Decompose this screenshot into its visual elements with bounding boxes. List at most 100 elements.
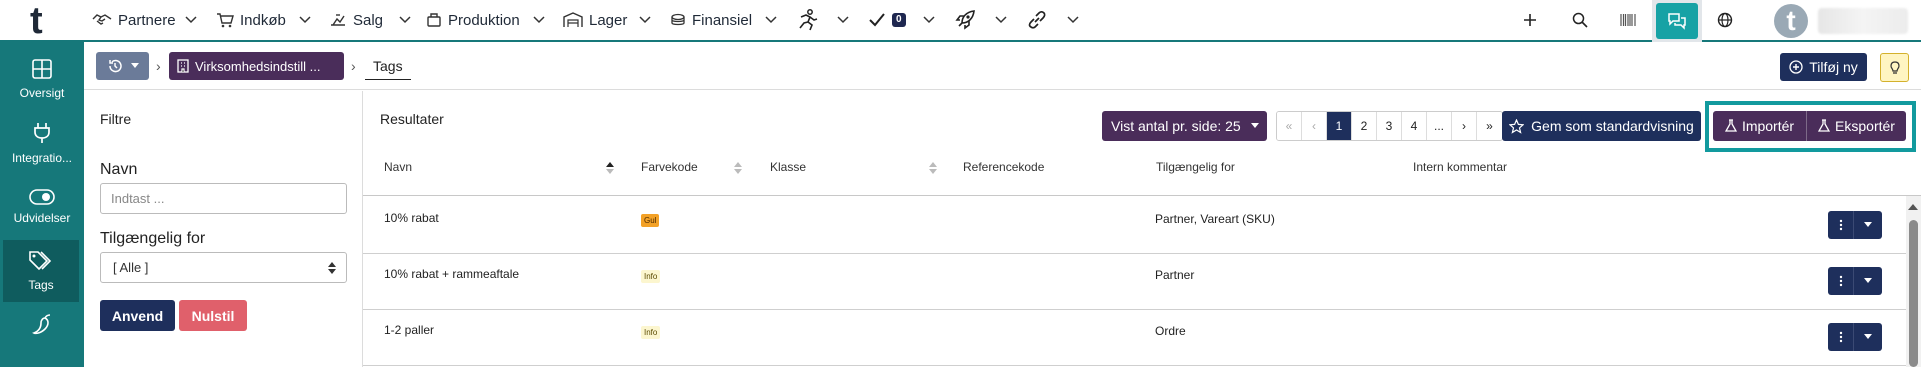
pager-page[interactable]: 4: [1402, 112, 1427, 140]
search-icon[interactable]: [1565, 0, 1595, 40]
column-header-farvekode[interactable]: Farvekode: [641, 160, 698, 174]
caret-down-icon[interactable]: [1854, 211, 1882, 239]
sort-arrows-icon[interactable]: [929, 162, 937, 174]
chevron-down-icon[interactable]: [184, 0, 198, 40]
avatar[interactable]: t: [1774, 4, 1808, 38]
more-vertical-icon[interactable]: [1828, 267, 1854, 295]
pager-ellipsis[interactable]: ...: [1427, 112, 1452, 140]
nav-lager-label: Lager: [589, 11, 628, 29]
column-header-intern-kommentar[interactable]: Intern kommentar: [1413, 160, 1507, 174]
scrollbar-thumb[interactable]: [1909, 220, 1918, 367]
export-button[interactable]: Eksportér: [1807, 111, 1906, 141]
filter-title: Filtre: [100, 111, 132, 127]
chat-icon: [1668, 13, 1686, 30]
name-filter-input[interactable]: [100, 183, 347, 214]
row-actions-button[interactable]: [1828, 267, 1882, 295]
app-logo[interactable]: t: [30, 0, 43, 42]
apply-filter-button[interactable]: Anvend: [100, 300, 175, 331]
history-icon: [108, 59, 122, 73]
user-name-redacted[interactable]: [1818, 8, 1908, 34]
pager-next[interactable]: ›: [1452, 112, 1477, 140]
pager-page[interactable]: 1: [1327, 112, 1352, 140]
chevron-down-icon[interactable]: [1066, 0, 1080, 40]
help-button[interactable]: [1880, 53, 1909, 82]
plus-circle-icon: [1789, 60, 1803, 74]
breadcrumb: [84, 42, 1921, 90]
available-filter-value: [ Alle ]: [113, 260, 149, 275]
import-button[interactable]: Importér: [1713, 111, 1806, 141]
barcode-icon[interactable]: [1613, 0, 1643, 40]
caret-down-icon[interactable]: [1854, 323, 1882, 351]
row-divider: [363, 253, 1906, 254]
available-filter-select[interactable]: [ Alle ]: [100, 252, 347, 283]
nav-partnere[interactable]: Partnere: [92, 0, 176, 40]
nav-produktion-label: Produktion: [448, 11, 520, 29]
nav-partnere-label: Partnere: [118, 11, 176, 29]
nav-salg[interactable]: Salg: [329, 0, 383, 40]
column-header-tilgaengelig[interactable]: Tilgængelig for: [1156, 160, 1235, 174]
add-new-button[interactable]: Tilføj ny: [1780, 53, 1867, 81]
sidebar-item-oversigt[interactable]: Oversigt: [0, 48, 84, 110]
pager-last[interactable]: »: [1477, 112, 1502, 140]
sales-icon: [331, 14, 345, 26]
more-vertical-icon[interactable]: [1828, 323, 1854, 351]
pager-prev[interactable]: ‹: [1302, 112, 1327, 140]
color-tag: Gul: [641, 214, 660, 227]
chevron-down-icon[interactable]: [532, 0, 546, 40]
coins-icon: [671, 13, 685, 26]
nav-produktion[interactable]: Produktion: [426, 0, 520, 40]
more-vertical-icon[interactable]: [1828, 211, 1854, 239]
per-page-dropdown[interactable]: Vist antal pr. side: 25: [1102, 111, 1267, 141]
checkmark-icon: [869, 13, 885, 27]
pager-page[interactable]: 3: [1377, 112, 1402, 140]
pager-first[interactable]: «: [1277, 112, 1302, 140]
flask-icon: [1724, 119, 1737, 132]
column-header-referencekode[interactable]: Referencekode: [963, 160, 1044, 174]
save-default-view-button[interactable]: Gem som standardvisning: [1502, 111, 1701, 141]
sort-arrows-icon[interactable]: [734, 162, 742, 174]
cell-available: Partner: [1155, 268, 1195, 282]
sidebar-item-integrationer[interactable]: Integratio...: [0, 112, 84, 174]
breadcrumb-company-settings[interactable]: Virksomhedsindstill ...: [169, 52, 344, 80]
reset-filter-button[interactable]: Nulstil: [179, 300, 247, 331]
link-icon[interactable]: [1022, 0, 1052, 40]
chevron-down-icon[interactable]: [638, 0, 652, 40]
caret-down-icon: [130, 63, 139, 68]
tasks-count-badge: 0: [892, 13, 906, 27]
chevron-down-icon[interactable]: [298, 0, 312, 40]
runner-icon[interactable]: [792, 0, 822, 40]
rocket-icon[interactable]: [950, 0, 980, 40]
column-header-klasse[interactable]: Klasse: [770, 160, 806, 174]
nav-lager[interactable]: Lager: [563, 0, 627, 40]
grid-icon: [32, 59, 52, 79]
history-button[interactable]: [96, 52, 149, 80]
add-new-label: Tilføj ny: [1809, 59, 1858, 75]
cell-name: 1-2 paller: [384, 323, 435, 337]
chevron-down-icon[interactable]: [398, 0, 412, 40]
sort-asc-icon[interactable]: [606, 162, 614, 174]
name-filter-label: Navn: [100, 161, 138, 178]
chevron-down-icon[interactable]: [764, 0, 778, 40]
pagination: « ‹ 1 2 3 4 ... › »: [1276, 111, 1503, 141]
column-header-navn[interactable]: Navn: [384, 160, 412, 174]
handshake-icon: [92, 14, 112, 25]
row-actions-button[interactable]: [1828, 323, 1882, 351]
chevron-down-icon[interactable]: [836, 0, 850, 40]
pager-page[interactable]: 2: [1352, 112, 1377, 140]
building-icon: [177, 59, 189, 73]
chevron-down-icon[interactable]: [994, 0, 1008, 40]
chat-button[interactable]: [1656, 3, 1698, 39]
chevron-down-icon[interactable]: [922, 0, 936, 40]
nav-finansiel[interactable]: Finansiel: [670, 0, 752, 40]
nav-tasks[interactable]: 0: [868, 0, 906, 40]
sidebar-item-pepper[interactable]: [0, 304, 84, 344]
sidebar-item-udvidelser[interactable]: Udvidelser: [0, 176, 84, 238]
globe-icon[interactable]: [1710, 0, 1740, 40]
row-actions-button[interactable]: [1828, 211, 1882, 239]
sidebar-item-tags[interactable]: Tags: [3, 240, 79, 302]
nav-indkob[interactable]: Indkøb: [216, 0, 286, 40]
plus-icon[interactable]: [1515, 0, 1545, 40]
scroll-up-arrow-icon[interactable]: [1907, 203, 1919, 211]
caret-down-icon[interactable]: [1854, 267, 1882, 295]
pepper-icon: [32, 314, 51, 335]
